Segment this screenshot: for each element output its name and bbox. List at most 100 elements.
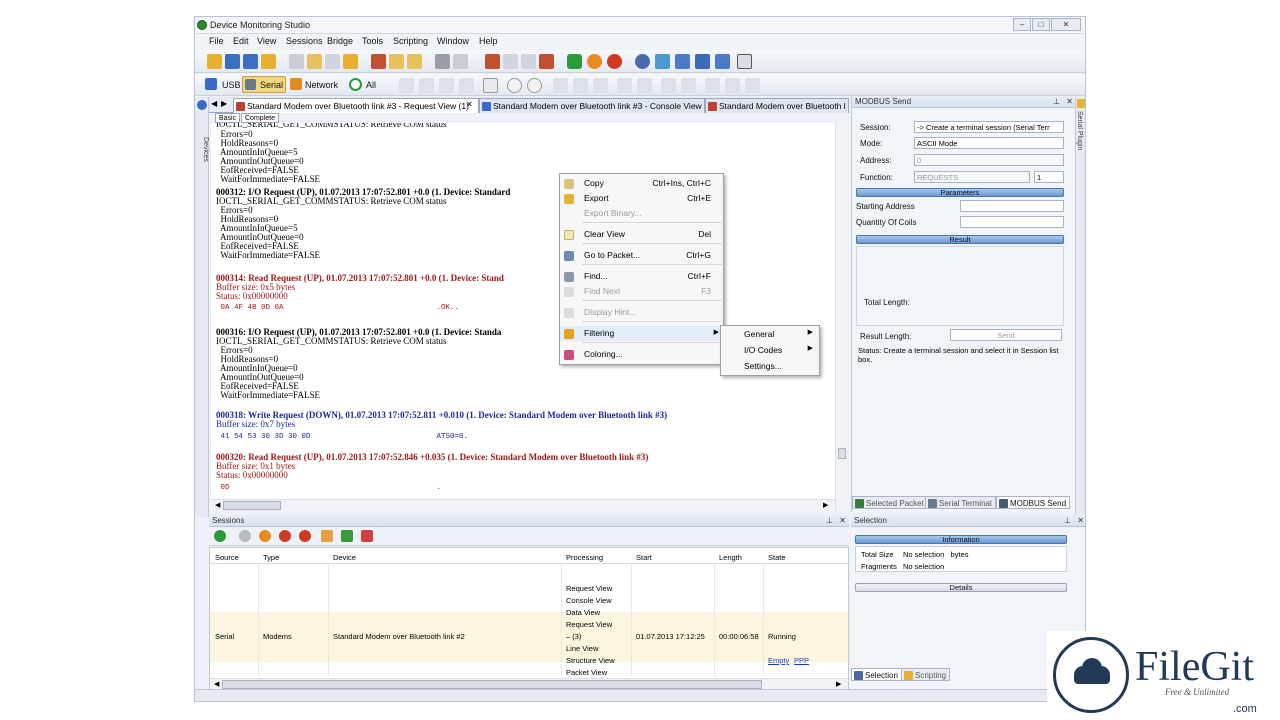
column-start[interactable]: Start	[636, 553, 652, 562]
scroll-thumb[interactable]	[838, 448, 846, 459]
function-count[interactable]: 1	[1034, 171, 1064, 183]
tab-modbus-send[interactable]: MODBUS Send	[996, 496, 1071, 509]
processing-item[interactable]: Request View	[566, 620, 612, 629]
chart-icon[interactable]	[715, 54, 730, 69]
menu-tools[interactable]: Tools	[362, 36, 383, 46]
window-grey-icon[interactable]	[593, 78, 608, 93]
pin-icon[interactable]: ⊥	[1064, 516, 1071, 525]
subtab-basic[interactable]: Basic	[215, 113, 241, 123]
cascade-icon[interactable]	[539, 54, 554, 69]
properties-icon[interactable]	[321, 530, 333, 542]
group-icon-2[interactable]	[637, 78, 652, 93]
filter-icon-4[interactable]	[459, 78, 474, 93]
play-icon[interactable]	[567, 54, 582, 69]
close-button[interactable]: ✕	[1051, 18, 1081, 31]
processing-item[interactable]: Request View	[566, 584, 612, 593]
maximize-button[interactable]: □	[1032, 18, 1050, 31]
menu-item-clear-view[interactable]: Clear View Del	[560, 227, 725, 242]
tab-selection[interactable]: Selection	[851, 668, 902, 681]
tile-icon[interactable]	[521, 54, 536, 69]
column-device[interactable]: Device	[333, 553, 356, 562]
menu-bridge[interactable]: Bridge	[327, 36, 353, 46]
submenu-item-io-codes[interactable]: I/O Codes ▶	[721, 343, 821, 358]
network-icon[interactable]	[655, 54, 670, 69]
tab-request-view[interactable]: Standard Modem over Bluetooth link #3 - …	[233, 98, 479, 113]
cut-icon[interactable]	[289, 54, 304, 69]
panel-close-icon[interactable]: ✕	[1066, 97, 1073, 106]
scroll-left-icon[interactable]: ◀	[214, 680, 219, 688]
tab-third-view[interactable]: Standard Modem over Bluetooth l	[705, 98, 849, 113]
session-select[interactable]: -> Create a terminal session (Serial Ter…	[914, 121, 1064, 133]
information-section[interactable]: Information	[855, 535, 1067, 544]
panel-close-icon[interactable]: ✕	[839, 516, 846, 525]
save-as-icon[interactable]	[243, 54, 258, 69]
play-grey-icon[interactable]	[239, 530, 251, 542]
pause-icon[interactable]	[587, 54, 602, 69]
usb-button[interactable]: USB	[222, 80, 241, 90]
stop-icon[interactable]	[607, 54, 622, 69]
pin-icon[interactable]: ⊥	[1053, 97, 1060, 106]
menu-sessions[interactable]: Sessions	[286, 36, 323, 46]
open-icon[interactable]	[261, 54, 276, 69]
vertical-scrollbar[interactable]	[835, 123, 847, 511]
menu-item-export-binary[interactable]: Export Binary...	[560, 206, 725, 221]
folder-icon[interactable]	[343, 54, 358, 69]
filter-icon-2[interactable]	[419, 78, 434, 93]
filter-icon-3[interactable]	[439, 78, 454, 93]
export-icon[interactable]	[389, 54, 404, 69]
column-type[interactable]: Type	[263, 553, 279, 562]
export-grey-icon-1[interactable]	[705, 78, 720, 93]
new-icon[interactable]	[207, 54, 222, 69]
menu-help[interactable]: Help	[479, 36, 498, 46]
hscroll-thumb[interactable]	[222, 680, 762, 689]
menu-view[interactable]: View	[257, 36, 276, 46]
column-length[interactable]: Length	[719, 553, 742, 562]
tab-scroll-right-icon[interactable]: ▶	[221, 99, 227, 108]
menu-item-filtering[interactable]: Filtering ▶	[560, 326, 725, 341]
column-processing[interactable]: Processing	[566, 553, 603, 562]
scroll-right-icon[interactable]: ▶	[823, 501, 828, 509]
hscroll-thumb[interactable]	[223, 501, 281, 510]
chart-grey-icon-2[interactable]	[681, 78, 696, 93]
scroll-right-icon[interactable]: ▶	[836, 680, 841, 688]
save-icon[interactable]	[225, 54, 240, 69]
menu-scripting[interactable]: Scripting	[393, 36, 428, 46]
minimize-button[interactable]: –	[1013, 18, 1031, 31]
submenu-item-settings[interactable]: Settings...	[721, 359, 821, 374]
column-state[interactable]: State	[768, 553, 786, 562]
processing-item[interactable]: Data View	[566, 608, 600, 617]
submenu-item-general[interactable]: General ▶	[721, 327, 821, 342]
filter-icon-1[interactable]	[399, 78, 414, 93]
menu-file[interactable]: File	[209, 36, 224, 46]
tab-selected-packet[interactable]: Selected Packet	[852, 496, 928, 509]
panel-close-icon[interactable]: ✕	[1077, 516, 1084, 525]
layout-icon[interactable]	[485, 54, 500, 69]
processing-item[interactable]: Packet View	[566, 668, 607, 677]
circle-icon-1[interactable]	[507, 78, 522, 93]
tab-scroll-left-icon[interactable]: ◀	[211, 99, 217, 108]
monitor-icon[interactable]	[675, 54, 690, 69]
function-select[interactable]: REQUESTS	[914, 171, 1030, 183]
serial-plugin-strip[interactable]: Serial Plugin	[1075, 97, 1085, 517]
copy-icon[interactable]	[307, 54, 322, 69]
remove-icon[interactable]	[361, 530, 373, 542]
screen-icon[interactable]	[695, 54, 710, 69]
pin-icon[interactable]: ⊥	[826, 516, 833, 525]
capture-icon[interactable]	[553, 78, 568, 93]
grid-icon[interactable]	[371, 54, 386, 69]
menu-edit[interactable]: Edit	[233, 36, 249, 46]
window-icon[interactable]	[503, 54, 518, 69]
processing-item[interactable]: – (3)	[566, 632, 581, 641]
menu-item-find[interactable]: Find... Ctrl+F	[560, 269, 725, 284]
tab-console-view[interactable]: Standard Modem over Bluetooth link #3 - …	[479, 98, 705, 113]
packet-icon[interactable]	[737, 54, 752, 69]
document-icon[interactable]	[483, 78, 498, 93]
column-source[interactable]: Source	[215, 553, 239, 562]
processing-item[interactable]: Structure View	[566, 656, 615, 665]
menu-item-find-next[interactable]: Find Next F3	[560, 284, 725, 299]
add-icon[interactable]	[341, 530, 353, 542]
horizontal-scrollbar[interactable]: ◀ ▶	[211, 499, 835, 511]
result-section[interactable]: Result	[856, 235, 1064, 244]
menu-item-coloring[interactable]: Coloring...	[560, 347, 725, 362]
request-view-content[interactable]: IOCTL_SERIAL_GET_COMMSTATUS: Retrieve CO…	[211, 123, 835, 511]
